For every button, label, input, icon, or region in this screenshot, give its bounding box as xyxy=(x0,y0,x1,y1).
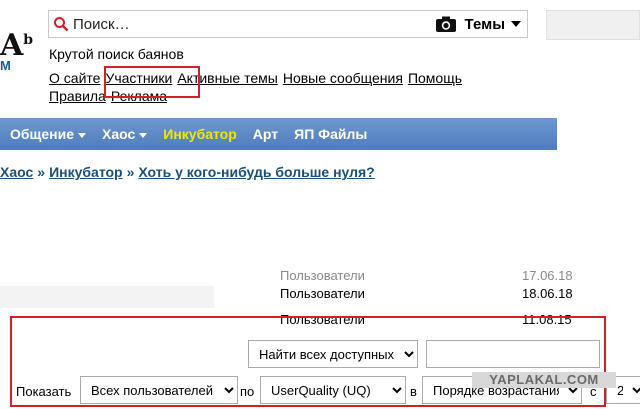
menu-item-files[interactable]: ЯП Файлы xyxy=(294,126,367,142)
site-watermark: YAPLAKAL.COM xyxy=(472,372,616,388)
table-row: Пользователи 17.06.18 xyxy=(0,268,612,280)
date-cell: 18.06.18 xyxy=(522,286,573,301)
menu-item-chaos[interactable]: Хаос xyxy=(102,126,148,142)
menu-item-incubator[interactable]: Инкубатор xyxy=(163,126,237,142)
link-help[interactable]: Помощь xyxy=(408,70,462,86)
highlight-box-filters xyxy=(10,316,606,407)
camera-icon[interactable] xyxy=(435,15,457,33)
tagline: Крутой поиск баянов xyxy=(49,46,184,62)
breadcrumb-incubator[interactable]: Инкубатор xyxy=(49,164,123,180)
group-cell: Пользователи xyxy=(280,268,365,280)
search-bar: Темы xyxy=(48,10,528,38)
breadcrumb-separator: » xyxy=(37,164,46,180)
search-input[interactable] xyxy=(69,15,435,33)
chevron-down-icon xyxy=(511,21,521,27)
search-icon xyxy=(54,17,69,32)
table-row: Пользователи 18.06.18 xyxy=(0,286,612,308)
header-right-panel xyxy=(546,10,640,40)
topics-label: Темы xyxy=(464,15,505,33)
group-cell: Пользователи xyxy=(280,286,365,301)
breadcrumb-chaos[interactable]: Хаос xyxy=(0,164,33,180)
date-cell: 17.06.18 xyxy=(522,268,573,280)
main-menu: Общение Хаос Инкубатор Арт ЯП Файлы xyxy=(0,118,557,150)
link-about[interactable]: О сайте xyxy=(49,70,100,86)
caret-down-icon xyxy=(139,132,148,138)
caret-down-icon xyxy=(77,132,86,138)
highlight-box-members xyxy=(104,66,200,98)
topics-dropdown[interactable]: Темы xyxy=(465,16,527,33)
breadcrumb: Хаос» Инкубатор» Хоть у кого-нибудь больше… xyxy=(0,164,375,180)
link-new-messages[interactable]: Новые сообщения xyxy=(283,70,403,86)
link-rules[interactable]: Правила xyxy=(49,88,106,104)
breadcrumb-topic[interactable]: Хоть у кого-нибудь больше нуля? xyxy=(138,164,374,180)
menu-item-art[interactable]: Арт xyxy=(253,126,278,142)
menu-item-chat[interactable]: Общение xyxy=(10,126,86,142)
row-shade xyxy=(0,286,214,308)
breadcrumb-separator: » xyxy=(126,164,135,180)
logo-subtext: M xyxy=(0,58,11,73)
